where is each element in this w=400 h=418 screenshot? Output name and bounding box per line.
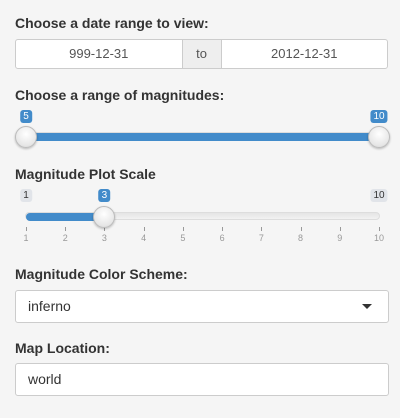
grid-label: 8 <box>298 233 304 243</box>
grid-label: 9 <box>337 233 343 243</box>
grid-tick <box>339 227 341 231</box>
plot-scale-slider[interactable]: 1 10 3 1 2 3 4 5 6 7 8 9 10 <box>15 187 390 247</box>
grid-label: 6 <box>219 233 225 243</box>
grid-label: 7 <box>258 233 264 243</box>
end-date-input[interactable]: 2012-12-31 <box>220 39 388 69</box>
plot-scale-handle[interactable] <box>93 206 116 228</box>
grid-tick <box>300 227 302 231</box>
magnitude-from-handle[interactable] <box>15 126 37 148</box>
color-scheme-select[interactable]: inferno <box>15 290 389 323</box>
start-date-input[interactable]: 999-12-31 <box>15 39 183 69</box>
color-scheme-label: Magnitude Color Scheme: <box>15 266 188 282</box>
date-range-label: Choose a date range to view: <box>15 15 209 31</box>
magnitude-range-label: Choose a range of magnitudes: <box>15 87 225 103</box>
grid-tick <box>182 227 184 231</box>
magnitude-slider-bar <box>26 133 379 141</box>
magnitude-from-value: 5 <box>20 110 32 123</box>
grid-label: 5 <box>180 233 186 243</box>
date-range-input: 999-12-31 to 2012-12-31 <box>15 39 388 69</box>
map-location-label: Map Location: <box>15 340 110 356</box>
plot-scale-min-label: 1 <box>20 189 32 202</box>
grid-label: 4 <box>141 233 147 243</box>
grid-tick <box>222 227 224 231</box>
grid-tick <box>261 227 263 231</box>
magnitude-range-slider[interactable]: 5 10 <box>15 108 390 154</box>
grid-tick <box>65 227 67 231</box>
grid-tick <box>143 227 145 231</box>
map-location-input[interactable]: world <box>15 363 389 396</box>
grid-label: 1 <box>23 233 29 243</box>
date-range-separator: to <box>182 39 221 69</box>
magnitude-to-handle[interactable] <box>368 126 390 148</box>
magnitude-to-value: 10 <box>370 110 388 123</box>
grid-tick <box>379 227 380 231</box>
grid-tick <box>26 227 27 231</box>
plot-scale-max-label: 10 <box>370 189 388 202</box>
color-scheme-selected: inferno <box>28 298 71 314</box>
control-panel: Choose a date range to view: 999-12-31 t… <box>0 0 400 418</box>
grid-label: 10 <box>373 233 385 243</box>
plot-scale-value: 3 <box>98 189 111 202</box>
grid-label: 2 <box>62 233 68 243</box>
grid-label: 3 <box>101 233 107 243</box>
plot-scale-label: Magnitude Plot Scale <box>15 166 156 182</box>
caret-down-icon <box>362 304 372 309</box>
